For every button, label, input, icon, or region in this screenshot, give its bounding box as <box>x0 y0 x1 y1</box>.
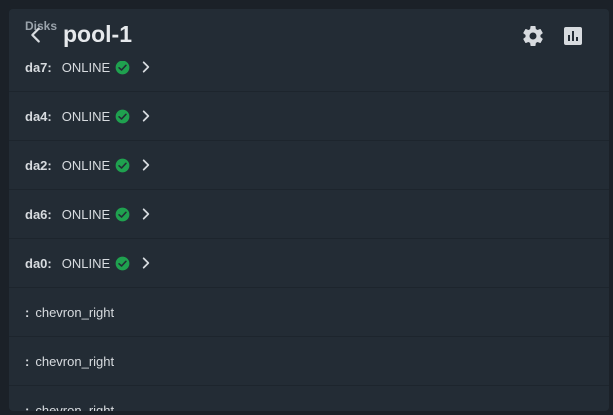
disk-status: ONLINE <box>61 255 111 271</box>
row-colon: : <box>25 304 30 320</box>
gear-icon[interactable] <box>521 24 545 48</box>
disk-status: ONLINE <box>61 59 111 75</box>
check-circle-icon <box>115 109 130 123</box>
check-circle-icon <box>115 158 130 172</box>
disk-name: da4: <box>25 108 52 124</box>
check-circle-icon <box>115 256 130 270</box>
chevron-right-icon[interactable] <box>139 256 153 270</box>
disk-row[interactable]: da6: ONLINE <box>9 190 609 239</box>
disk-name: da0: <box>25 255 52 271</box>
chevron-right-icon[interactable] <box>139 158 153 172</box>
disk-status: ONLINE <box>61 157 111 173</box>
bar-chart-icon[interactable] <box>561 24 585 48</box>
disk-list: da7: ONLINE da4: ONLINE da2: ONLINE da6:… <box>9 43 609 411</box>
disk-name: da2: <box>25 157 52 173</box>
empty-disk-row[interactable]: : chevron_right <box>9 386 609 412</box>
chevron-right-icon[interactable] <box>139 60 153 74</box>
check-circle-icon <box>115 60 130 74</box>
row-colon: : <box>25 402 30 412</box>
disks-panel: Disks pool-1 da7: ONLINE da4: ONLINE da2… <box>9 9 609 411</box>
disk-row[interactable]: da0: ONLINE <box>9 239 609 288</box>
page-title: pool-1 <box>63 21 132 47</box>
panel-header: Disks pool-1 <box>9 9 609 61</box>
disk-status: ONLINE <box>61 206 111 222</box>
disk-row[interactable]: da2: ONLINE <box>9 141 609 190</box>
chevron-right-icon[interactable] <box>139 109 153 123</box>
empty-disk-row[interactable]: : chevron_right <box>9 288 609 337</box>
chevron-right-ligature[interactable]: chevron_right <box>35 403 114 412</box>
disk-status: ONLINE <box>61 108 111 124</box>
row-colon: : <box>25 353 30 369</box>
check-circle-icon <box>115 207 130 221</box>
chevron-right-ligature[interactable]: chevron_right <box>35 305 114 320</box>
empty-disk-row[interactable]: : chevron_right <box>9 337 609 386</box>
disk-name: da6: <box>25 206 52 222</box>
disk-row[interactable]: da4: ONLINE <box>9 92 609 141</box>
chevron-right-ligature[interactable]: chevron_right <box>35 354 114 369</box>
chevron-right-icon[interactable] <box>139 207 153 221</box>
disk-name: da7: <box>25 59 52 75</box>
back-arrow-icon[interactable] <box>25 24 47 46</box>
